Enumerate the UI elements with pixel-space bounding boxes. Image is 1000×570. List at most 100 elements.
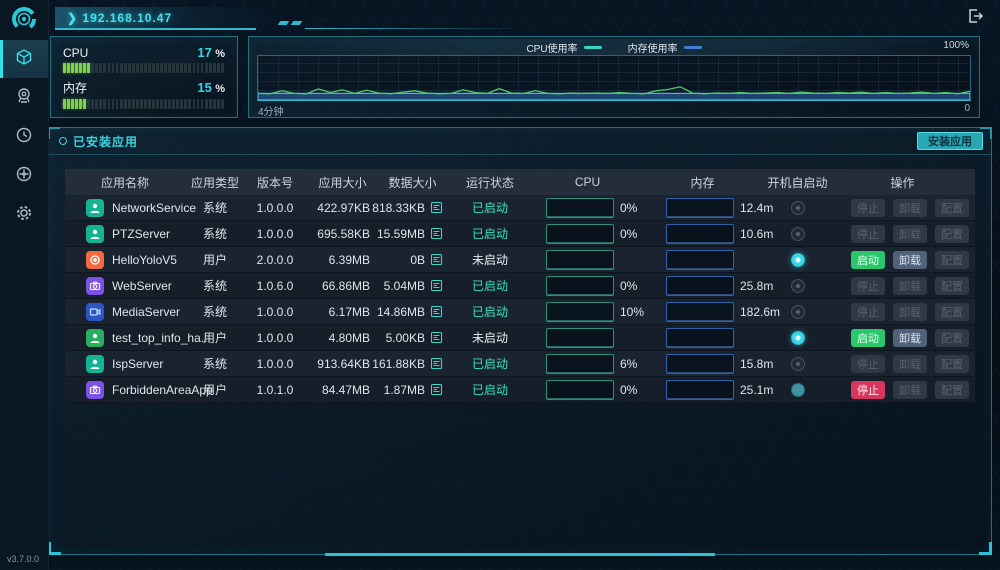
- col-app-type: 应用类型: [185, 174, 245, 191]
- data-size: 5.00KB: [386, 331, 425, 345]
- autostart-toggle[interactable]: [791, 253, 805, 267]
- clean-data-icon[interactable]: [430, 253, 443, 266]
- legend-memory-swatch: [684, 46, 702, 49]
- data-size: 818.33KB: [372, 201, 425, 215]
- sidebar-item-calibration[interactable]: [0, 157, 48, 195]
- autostart-toggle[interactable]: [791, 227, 805, 241]
- clean-data-icon[interactable]: [430, 331, 443, 344]
- row-actions: 停止卸载配置: [830, 277, 975, 295]
- app-version-number: 2.0.0.0: [245, 253, 305, 267]
- memory-limit-input[interactable]: [666, 380, 734, 400]
- clean-data-icon[interactable]: [430, 383, 443, 396]
- panel-bottom-accent: [325, 553, 715, 556]
- memory-gauge-bar: [63, 99, 225, 109]
- top-bar: ❯ 192.168.10.47: [48, 0, 1000, 30]
- app-size: 913.64KB: [305, 357, 380, 371]
- sidebar-item-apps[interactable]: [0, 40, 48, 78]
- app-type: 用户: [185, 329, 245, 346]
- memory-limit-input[interactable]: [666, 328, 734, 348]
- sidebar-item-camera[interactable]: [0, 79, 48, 117]
- row-actions: 停止卸载配置: [830, 303, 975, 321]
- app-version-number: 1.0.0.0: [245, 227, 305, 241]
- cpu-limit-input[interactable]: [546, 224, 614, 244]
- uninstall-button: 卸载: [893, 277, 927, 295]
- col-autostart: 开机自启动: [765, 174, 830, 191]
- clean-data-icon[interactable]: [430, 279, 443, 292]
- memory-limit-input[interactable]: [666, 224, 734, 244]
- apps-table: 应用名称 应用类型 版本号 应用大小 数据大小 运行状态 CPU 内存 开机自启…: [65, 169, 975, 403]
- clean-data-icon[interactable]: [430, 357, 443, 370]
- uninstall-button[interactable]: 卸载: [893, 329, 927, 347]
- memory-limit-input[interactable]: [666, 354, 734, 374]
- run-status: 未启动: [445, 251, 535, 268]
- user-app-icon: [86, 225, 104, 243]
- col-run-status: 运行状态: [445, 174, 535, 191]
- cpu-usage-value: 6%: [620, 357, 637, 371]
- autostart-toggle[interactable]: [791, 357, 805, 371]
- legend-cpu-swatch: [584, 46, 602, 49]
- cpu-usage-value: 0%: [620, 227, 637, 241]
- run-status: 已启动: [445, 303, 535, 320]
- memory-limit-input[interactable]: [666, 250, 734, 270]
- autostart-toggle[interactable]: [791, 331, 805, 345]
- table-row: test_top_info_ha... 用户 1.0.0.0 4.80MB 5.…: [65, 325, 975, 351]
- cpu-limit-input[interactable]: [546, 276, 614, 296]
- user-app-icon: [86, 199, 104, 217]
- row-actions: 停止卸载配置: [830, 381, 975, 399]
- user-app-icon: [86, 329, 104, 347]
- cpu-limit-input[interactable]: [546, 302, 614, 322]
- clock-icon: [15, 126, 33, 149]
- cpu-usage-value: 0%: [620, 201, 637, 215]
- app-name: WebServer: [112, 279, 172, 293]
- table-row: ForbiddenAreaApp 用户 1.0.1.0 84.47MB 1.87…: [65, 377, 975, 403]
- app-size: 6.17MB: [305, 305, 380, 319]
- table-row: PTZServer 系统 1.0.0.0 695.58KB 15.59MB 已启…: [65, 221, 975, 247]
- col-operations: 操作: [830, 174, 975, 191]
- col-memory: 内存: [640, 174, 765, 191]
- cpu-limit-input[interactable]: [546, 380, 614, 400]
- data-size: 161.88KB: [372, 357, 425, 371]
- row-actions: 启动卸载配置: [830, 329, 975, 347]
- panel-title-row: 已安装应用 安装应用: [49, 128, 991, 155]
- table-row: NetworkService 系统 1.0.0.0 422.97KB 818.3…: [65, 195, 975, 221]
- clean-data-icon[interactable]: [430, 201, 443, 214]
- clean-data-icon[interactable]: [430, 305, 443, 318]
- stop-button: 停止: [851, 355, 885, 373]
- gear-icon: [15, 204, 33, 227]
- clean-data-icon[interactable]: [430, 227, 443, 240]
- uninstall-button[interactable]: 卸载: [893, 251, 927, 269]
- config-button: 配置: [935, 303, 969, 321]
- app-version-number: 1.0.0.0: [245, 357, 305, 371]
- app-name: IspServer: [112, 357, 163, 371]
- autostart-toggle[interactable]: [791, 305, 805, 319]
- stop-button: 停止: [851, 225, 885, 243]
- app-name: MediaServer: [112, 305, 180, 319]
- start-button[interactable]: 启动: [851, 329, 885, 347]
- cpu-usage-value: 0%: [620, 383, 637, 397]
- memory-limit-input[interactable]: [666, 276, 734, 296]
- app-version-number: 1.0.0.0: [245, 331, 305, 345]
- cpu-limit-input[interactable]: [546, 354, 614, 374]
- start-button[interactable]: 启动: [851, 251, 885, 269]
- sidebar-item-history[interactable]: [0, 118, 48, 156]
- cpu-limit-input[interactable]: [546, 328, 614, 348]
- app-name: HelloYoloV5: [112, 253, 177, 267]
- autostart-toggle[interactable]: [791, 201, 805, 215]
- uninstall-button: 卸载: [893, 225, 927, 243]
- autostart-toggle[interactable]: [791, 279, 805, 293]
- cpu-limit-input[interactable]: [546, 198, 614, 218]
- data-size: 5.04MB: [384, 279, 425, 293]
- memory-limit-input[interactable]: [666, 198, 734, 218]
- row-actions: 停止卸载配置: [830, 199, 975, 217]
- app-size: 422.97KB: [305, 201, 380, 215]
- stop-button[interactable]: 停止: [851, 381, 885, 399]
- install-app-button[interactable]: 安装应用: [917, 132, 983, 150]
- autostart-toggle[interactable]: [791, 383, 805, 397]
- stop-button: 停止: [851, 303, 885, 321]
- logout-icon[interactable]: [966, 7, 984, 25]
- memory-limit-input[interactable]: [666, 302, 734, 322]
- x-axis-left-label: 4分钟: [258, 103, 284, 118]
- sidebar-item-settings[interactable]: [0, 196, 48, 234]
- usage-chart-panel: CPU使用率 内存使用率 100% 4分钟 0: [248, 36, 980, 118]
- cpu-limit-input[interactable]: [546, 250, 614, 270]
